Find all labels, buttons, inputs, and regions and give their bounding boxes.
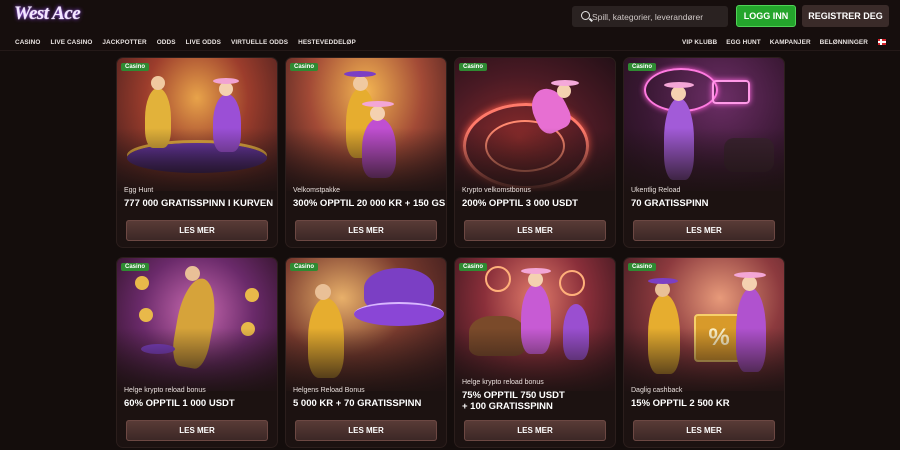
nav-item-belonninger[interactable]: BELØNNINGER xyxy=(820,39,868,46)
promo-subtitle: Helgens Reload Bonus xyxy=(293,387,365,394)
promo-card[interactable]: Casino Helge krypto reload bonus 75% OPP… xyxy=(455,258,615,447)
promo-card[interactable]: Casino Helge krypto reload bonus 60% OPP… xyxy=(117,258,277,447)
category-badge: Casino xyxy=(121,63,150,71)
read-more-button[interactable]: LES MER xyxy=(464,220,606,241)
promo-subtitle: Helge krypto reload bonus xyxy=(124,387,206,394)
promo-title-line2: + 100 GRATISSPINN xyxy=(462,401,553,412)
promo-card[interactable]: Casino Velkomstpakke 300% OPPTIL 20 000 … xyxy=(286,58,446,247)
read-more-button[interactable]: LES MER xyxy=(126,420,268,441)
nav-item-live-casino[interactable]: LIVE CASINO xyxy=(50,39,92,46)
promo-card[interactable]: Casino Egg Hunt 777 000 GRATISSPINN I KU… xyxy=(117,58,277,247)
site-logo[interactable]: West Ace xyxy=(14,3,81,25)
promo-card[interactable]: Casino Helgens Reload Bonus 5 000 KR + 7… xyxy=(286,258,446,447)
promo-card[interactable]: % Casino Daglig cashback 15% OPPTIL 2 50… xyxy=(624,258,784,447)
nav-item-virtuelle-odds[interactable]: VIRTUELLE ODDS xyxy=(231,39,288,46)
promo-subtitle: Helge krypto reload bonus xyxy=(462,379,544,386)
promo-card[interactable]: Casino Krypto velkomstbonus 200% OPPTIL … xyxy=(455,58,615,247)
read-more-button[interactable]: LES MER xyxy=(295,420,437,441)
promo-title: 200% OPPTIL 3 000 USDT xyxy=(462,198,578,209)
promo-subtitle: Daglig cashback xyxy=(631,387,683,394)
promo-title: 300% OPPTIL 20 000 KR + 150 GS xyxy=(293,198,446,209)
promo-title: 75% OPPTIL 750 USDT xyxy=(462,390,565,401)
promo-card[interactable]: Casino Ukentlig Reload 70 GRATISSPINN LE… xyxy=(624,58,784,247)
category-badge: Casino xyxy=(459,263,488,271)
nav-item-casino[interactable]: CASINO xyxy=(15,39,40,46)
category-badge: Casino xyxy=(290,263,319,271)
promo-subtitle: Krypto velkomstbonus xyxy=(462,187,531,194)
promo-subtitle: Velkomstpakke xyxy=(293,187,341,194)
main-nav: CASINO LIVE CASINO JACKPOTTER ODDS LIVE … xyxy=(0,34,900,51)
promo-subtitle: Ukentlig Reload xyxy=(631,187,681,194)
category-badge: Casino xyxy=(459,63,488,71)
category-badge: Casino xyxy=(290,63,319,71)
promo-title: 5 000 KR + 70 GRATISSPINN xyxy=(293,398,422,409)
read-more-button[interactable]: LES MER xyxy=(126,220,268,241)
category-badge: Casino xyxy=(628,63,657,71)
search-bar[interactable] xyxy=(572,6,728,27)
nav-item-jackpotter[interactable]: JACKPOTTER xyxy=(102,39,146,46)
promo-title: 15% OPPTIL 2 500 KR xyxy=(631,398,730,409)
read-more-button[interactable]: LES MER xyxy=(633,220,775,241)
nav-item-hesteveddelop[interactable]: HESTEVEDDELØP xyxy=(298,39,356,46)
read-more-button[interactable]: LES MER xyxy=(464,420,606,441)
nav-item-live-odds[interactable]: LIVE ODDS xyxy=(186,39,221,46)
nav-item-kampanjer[interactable]: KAMPANJER xyxy=(770,39,811,46)
promo-title: 777 000 GRATISSPINN I KURVEN xyxy=(124,198,274,209)
category-badge: Casino xyxy=(628,263,657,271)
search-icon xyxy=(581,11,590,20)
promo-subtitle: Egg Hunt xyxy=(124,187,154,194)
art-fade xyxy=(455,328,615,398)
nav-item-odds[interactable]: ODDS xyxy=(157,39,176,46)
top-header: West Ace LOGG INN REGISTRER DEG xyxy=(0,0,900,34)
search-input[interactable] xyxy=(592,6,724,27)
norway-flag-icon[interactable] xyxy=(878,39,886,45)
register-button[interactable]: REGISTRER DEG xyxy=(802,5,889,27)
promo-title: 60% OPPTIL 1 000 USDT xyxy=(124,398,235,409)
promo-title: 70 GRATISSPINN xyxy=(631,198,709,209)
nav-item-vip-klubb[interactable]: VIP KLUBB xyxy=(682,39,717,46)
read-more-button[interactable]: LES MER xyxy=(295,220,437,241)
category-badge: Casino xyxy=(121,263,150,271)
nav-item-egg-hunt[interactable]: EGG HUNT xyxy=(726,39,761,46)
read-more-button[interactable]: LES MER xyxy=(633,420,775,441)
login-button[interactable]: LOGG INN xyxy=(736,5,796,27)
